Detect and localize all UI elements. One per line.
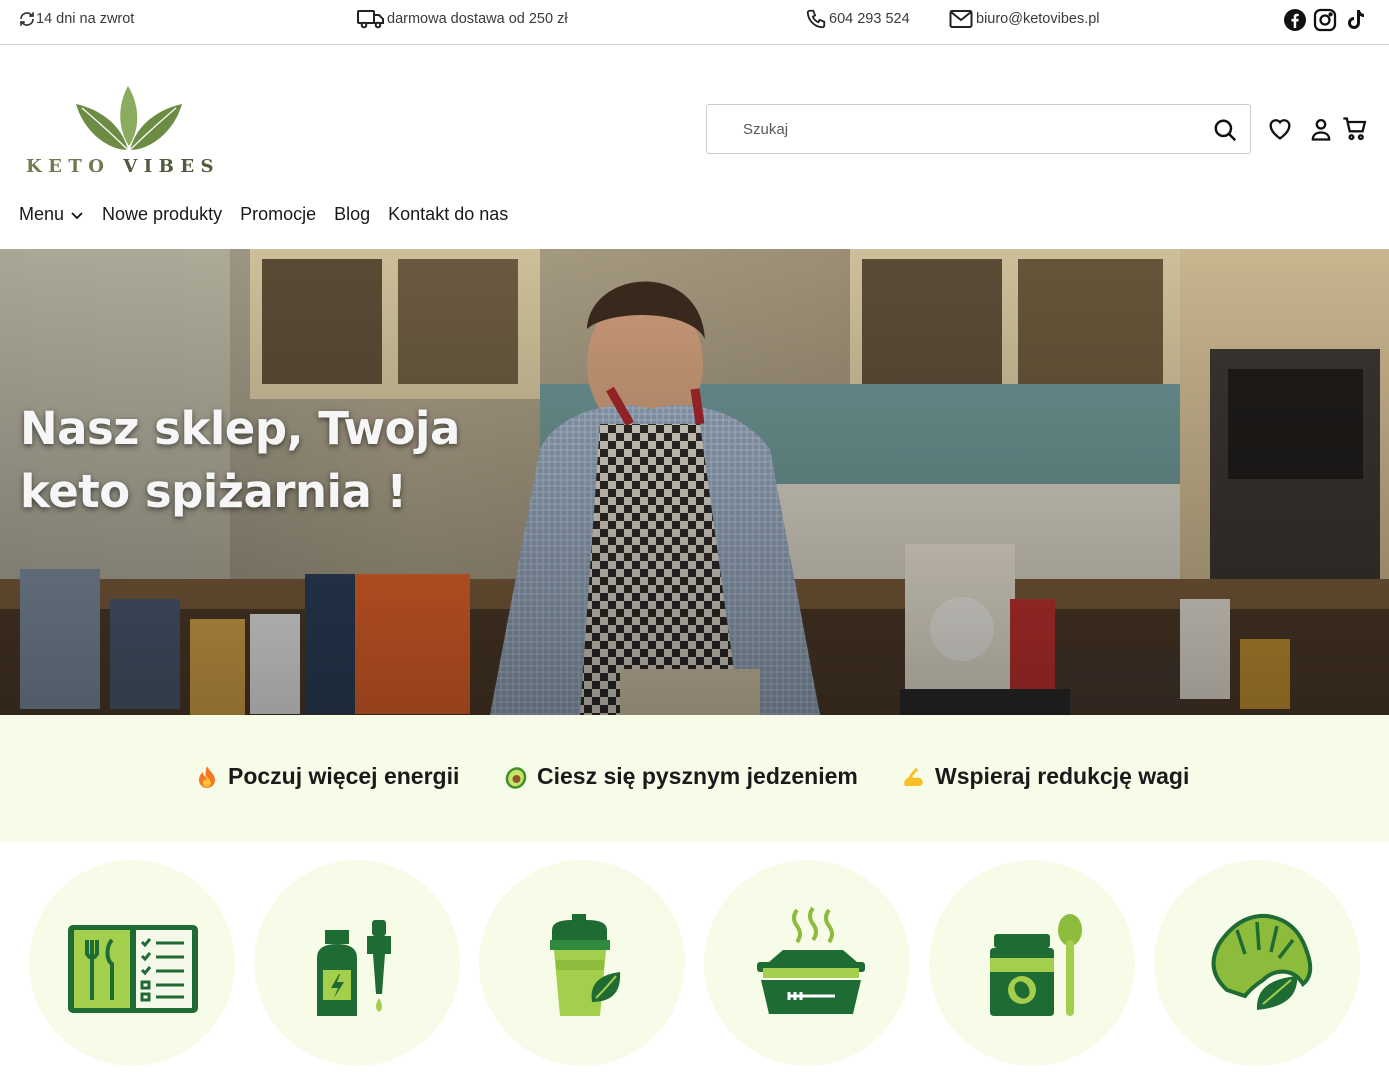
category-shakes[interactable] bbox=[479, 860, 685, 1066]
social-links bbox=[1283, 8, 1367, 32]
shipping-text: darmowa dostawa od 250 zł bbox=[387, 11, 568, 27]
wishlist-button[interactable] bbox=[1266, 115, 1294, 143]
search-bar bbox=[706, 104, 1251, 154]
benefits-strip: Poczuj więcej energii Ciesz się pysznym … bbox=[0, 715, 1389, 842]
phone-icon bbox=[806, 9, 826, 29]
shaker-icon bbox=[550, 914, 621, 1016]
logo-word-vibes: VIBES bbox=[123, 156, 221, 177]
category-bakery[interactable] bbox=[1154, 860, 1360, 1066]
benefit-tasty-food: Ciesz się pysznym jedzeniem bbox=[503, 763, 858, 790]
category-meal-plans[interactable] bbox=[29, 860, 235, 1066]
leaves-logo-icon bbox=[76, 86, 182, 151]
mail-icon bbox=[949, 10, 973, 28]
shipping-info: darmowa dostawa od 250 zł bbox=[357, 0, 568, 38]
hero-title-line-2: keto spiżarnia ! bbox=[20, 465, 407, 518]
nav-menu[interactable]: Menu bbox=[19, 204, 84, 225]
flexed-bicep-icon bbox=[904, 767, 923, 786]
nav-menu-label: Menu bbox=[19, 204, 65, 224]
cart-button[interactable] bbox=[1341, 115, 1369, 143]
truck-icon bbox=[357, 10, 384, 29]
search-input[interactable] bbox=[743, 117, 1183, 141]
avocado-icon bbox=[505, 766, 527, 789]
meal-box-icon bbox=[757, 906, 865, 1014]
search-icon bbox=[1214, 119, 1237, 142]
nav-blog[interactable]: Blog bbox=[334, 204, 370, 225]
site-logo[interactable]: KETO VIBES bbox=[24, 84, 244, 179]
email-info[interactable]: biuro@ketovibes.pl bbox=[949, 0, 1100, 38]
category-circles bbox=[0, 858, 1389, 1078]
logo-word-keto: KETO bbox=[26, 156, 111, 177]
account-button[interactable] bbox=[1307, 115, 1335, 143]
refresh-icon bbox=[20, 12, 34, 26]
chevron-down-icon bbox=[71, 211, 83, 219]
search-button[interactable] bbox=[1212, 117, 1238, 143]
category-supplements[interactable] bbox=[254, 860, 460, 1066]
croissant-icon bbox=[1211, 913, 1313, 1010]
user-icon bbox=[1311, 118, 1331, 141]
benefit-energy-label: Poczuj więcej energii bbox=[228, 763, 460, 789]
returns-text: 14 dni na zwrot bbox=[36, 11, 135, 27]
tiktok-icon[interactable] bbox=[1343, 8, 1367, 32]
heart-icon bbox=[1269, 119, 1291, 140]
email-text[interactable]: biuro@ketovibes.pl bbox=[976, 11, 1100, 27]
nav-contact[interactable]: Kontakt do nas bbox=[388, 204, 508, 225]
category-spreads[interactable] bbox=[929, 860, 1135, 1066]
category-ready-meals[interactable] bbox=[704, 860, 910, 1066]
meal-plan-icon bbox=[68, 925, 198, 1013]
top-info-bar: 14 dni na zwrot darmowa dostawa od 250 z… bbox=[0, 0, 1389, 45]
hero-title: Nasz sklep, Twoja keto spiżarnia ! bbox=[20, 397, 540, 523]
nav-promotions[interactable]: Promocje bbox=[240, 204, 316, 225]
phone-info[interactable]: 604 293 524 bbox=[805, 0, 910, 38]
benefit-weight-loss-label: Wspieraj redukcję wagi bbox=[935, 763, 1190, 789]
phone-text[interactable]: 604 293 524 bbox=[829, 11, 910, 27]
cart-icon bbox=[1343, 117, 1367, 141]
benefit-weight-loss: Wspieraj redukcję wagi bbox=[901, 763, 1189, 790]
nav-new-products[interactable]: Nowe produkty bbox=[102, 204, 222, 225]
returns-info: 14 dni na zwrot bbox=[18, 0, 134, 38]
benefit-energy: Poczuj więcej energii bbox=[194, 763, 459, 790]
main-navigation: Menu Nowe produkty Promocje Blog Kontakt… bbox=[19, 204, 526, 225]
facebook-icon[interactable] bbox=[1283, 8, 1307, 32]
supplements-icon bbox=[317, 920, 391, 1016]
spread-jar-icon bbox=[990, 914, 1082, 1016]
hero-banner[interactable]: Nasz sklep, Twoja keto spiżarnia ! bbox=[0, 249, 1389, 715]
instagram-icon[interactable] bbox=[1313, 8, 1337, 32]
benefit-tasty-food-label: Ciesz się pysznym jedzeniem bbox=[537, 763, 858, 789]
logo-wordmark: KETO VIBES bbox=[26, 156, 220, 177]
fire-icon bbox=[199, 765, 215, 788]
hero-title-line-1: Nasz sklep, Twoja bbox=[20, 402, 460, 455]
